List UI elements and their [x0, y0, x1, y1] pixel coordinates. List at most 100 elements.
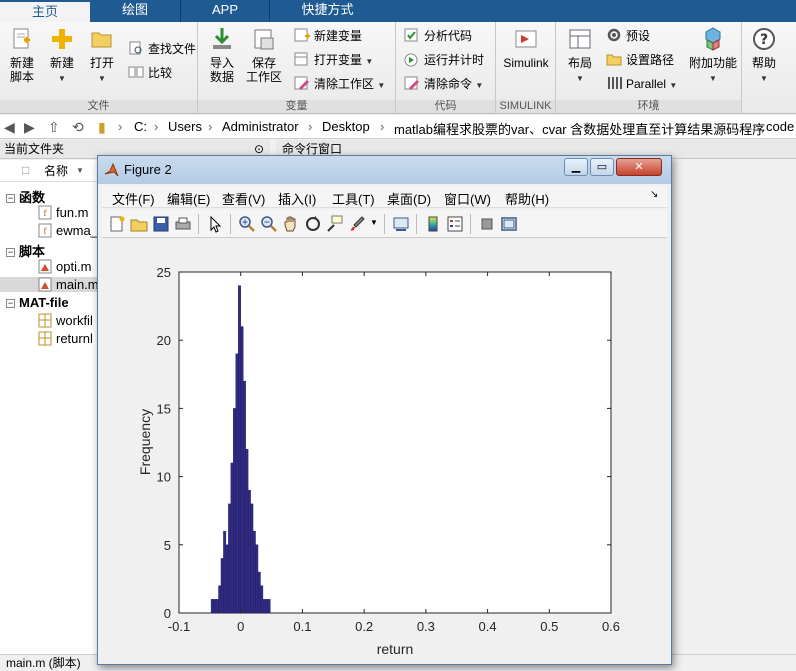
x-tick-label: 0 [237, 619, 244, 634]
breadcrumb-administrator[interactable]: Administrator [222, 119, 299, 134]
breadcrumb-separator: › [118, 119, 123, 134]
new-button[interactable]: 新建 ▼ [44, 26, 80, 86]
help-label: 帮助 [751, 56, 776, 70]
zoom-in-icon[interactable] [238, 215, 256, 233]
file-workfile[interactable]: workfil [38, 313, 93, 328]
menu-file[interactable]: 文件(F) [112, 189, 155, 208]
simulink-button[interactable]: Simulink [500, 26, 552, 70]
open-file-icon[interactable] [130, 215, 148, 233]
set-path-button[interactable]: 设置路径 [606, 51, 674, 69]
file-fun-m[interactable]: f fun.m [38, 205, 89, 220]
new-variable-button[interactable]: 新建变量 [294, 27, 362, 45]
menu-window[interactable]: 窗口(W) [444, 189, 491, 208]
close-button[interactable]: ✕ [616, 158, 662, 176]
import-data-button[interactable]: 导入 数据 [204, 26, 240, 84]
tab-apps[interactable]: APP [181, 0, 269, 22]
menu-edit[interactable]: 编辑(E) [167, 189, 210, 208]
hide-plot-tools-icon[interactable] [478, 215, 496, 233]
file-main-m[interactable]: main.m [0, 277, 100, 292]
tab-plots[interactable]: 绘图 [90, 0, 180, 22]
parallel-button[interactable]: Parallel ▼ [606, 75, 677, 93]
file-return[interactable]: returnl [38, 331, 93, 346]
menu-insert[interactable]: 插入(I) [278, 189, 316, 208]
svg-text:?: ? [760, 32, 768, 48]
breadcrumb-users[interactable]: Users [168, 119, 202, 134]
y-tick-label: 15 [157, 401, 171, 416]
up-folder-icon[interactable]: ⇧ [48, 119, 60, 136]
open-button[interactable]: 打开 ▼ [84, 26, 120, 86]
x-tick-label: -0.1 [168, 619, 190, 634]
environment-group-label: 环境 [556, 100, 741, 113]
file-ewma[interactable]: f ewma_ [38, 223, 98, 238]
code-group: 分析代码 运行并计时 清除命令 ▼ 代码 [396, 22, 496, 114]
back-icon[interactable]: ◀ [4, 119, 15, 136]
menu-overflow-icon[interactable]: ↘ [650, 189, 658, 200]
collapse-icon[interactable]: − [6, 299, 15, 308]
clear-workspace-button[interactable]: 清除工作区 ▼ [294, 75, 385, 93]
group-scripts[interactable]: − 脚本 [6, 241, 45, 260]
variable-group-label: 变量 [198, 100, 395, 113]
chevron-down-icon: ▼ [365, 57, 374, 66]
layout-button[interactable]: 布局 ▼ [562, 26, 598, 86]
rotate-3d-icon[interactable] [304, 215, 322, 233]
forward-icon[interactable]: ▶ [24, 119, 35, 136]
group-functions[interactable]: − 函数 [6, 187, 45, 206]
collapse-icon[interactable]: − [6, 194, 15, 203]
show-plot-tools-icon[interactable] [500, 215, 518, 233]
save-workspace-button[interactable]: 保存 工作区 [244, 26, 284, 84]
pointer-icon[interactable] [206, 215, 224, 233]
brush-dropdown-icon[interactable]: ▼ [370, 218, 378, 227]
histogram-bar [260, 585, 264, 614]
name-column-header[interactable]: □ 名称 ▼ [0, 160, 100, 182]
menu-desktop[interactable]: 桌面(D) [387, 189, 431, 208]
link-plot-icon[interactable] [392, 215, 410, 233]
breadcrumb-drive[interactable]: C: [134, 119, 147, 134]
collapse-icon[interactable]: − [6, 248, 15, 257]
tab-home[interactable]: 主页 [0, 0, 90, 22]
script-file-icon [38, 277, 52, 292]
minimize-button[interactable]: ▁ [564, 158, 588, 176]
menu-help[interactable]: 帮助(H) [505, 189, 549, 208]
name-column-label: 名称 [44, 164, 69, 178]
breadcrumb-project[interactable]: matlab编程求股票的var、cvar 含数据处理直至计算结果源码程序 [394, 119, 765, 138]
new-script-button[interactable]: 新建 脚本 [4, 26, 40, 84]
histogram-bar [230, 462, 234, 614]
maximize-button[interactable]: ▭ [590, 158, 614, 176]
file-opti-m[interactable]: opti.m [38, 259, 91, 274]
menu-tools[interactable]: 工具(T) [332, 189, 375, 208]
file-group: 新建 脚本 新建 ▼ 打开 ▼ 查找文件 比较 文件 [0, 22, 198, 114]
run-and-time-button[interactable]: 运行并计时 [404, 51, 484, 69]
new-figure-icon[interactable] [108, 215, 126, 233]
clear-commands-button[interactable]: 清除命令 ▼ [404, 75, 483, 93]
preferences-button[interactable]: 预设 [606, 27, 650, 45]
y-tick-label: 20 [157, 333, 171, 348]
function-file-icon: f [38, 223, 52, 238]
pan-hand-icon[interactable] [282, 215, 300, 233]
help-button[interactable]: ? 帮助 ▼ [746, 26, 782, 86]
analyze-code-button[interactable]: 分析代码 [404, 27, 472, 45]
compare-button[interactable]: 比较 [128, 64, 172, 82]
data-cursor-icon[interactable] [326, 215, 344, 233]
x-tick-label: 0.5 [540, 619, 558, 634]
print-icon[interactable] [174, 215, 192, 233]
legend-icon[interactable] [446, 215, 464, 233]
brush-icon[interactable] [348, 215, 366, 233]
file-group-label: 文件 [0, 100, 197, 113]
breadcrumb-separator: › [208, 119, 213, 134]
browse-folder-icon[interactable]: ⟲ [72, 119, 84, 136]
y-tick-label: 5 [164, 538, 171, 553]
colorbar-icon[interactable] [424, 215, 442, 233]
save-icon[interactable] [152, 215, 170, 233]
find-files-button[interactable]: 查找文件 [128, 40, 196, 58]
open-variable-button[interactable]: 打开变量 ▼ [294, 51, 373, 69]
figure-title-bar[interactable]: Figure 2 ▁ ▭ ✕ [98, 156, 671, 184]
zoom-out-icon[interactable] [260, 215, 278, 233]
tab-shortcuts[interactable]: 快捷方式 [270, 0, 385, 22]
toolbar-separator [198, 214, 199, 234]
breadcrumb-code[interactable]: code [766, 119, 794, 134]
chevron-down-icon: ▼ [377, 81, 386, 90]
add-ons-button[interactable]: 附加功能 ▼ [688, 26, 738, 86]
menu-view[interactable]: 查看(V) [222, 189, 265, 208]
breadcrumb-desktop[interactable]: Desktop [322, 119, 370, 134]
group-mat-files[interactable]: − MAT-file [6, 295, 69, 310]
